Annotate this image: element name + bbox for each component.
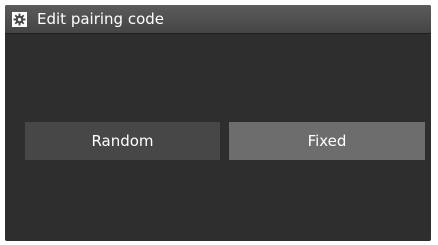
random-button[interactable]: Random (25, 122, 220, 160)
title-bar: Edit pairing code (5, 5, 431, 34)
page-title: Edit pairing code (37, 10, 165, 28)
pairing-code-screen: Edit pairing code Random Fixed (5, 5, 431, 241)
fixed-button[interactable]: Fixed (229, 122, 425, 160)
settings-gear-icon (12, 12, 27, 27)
